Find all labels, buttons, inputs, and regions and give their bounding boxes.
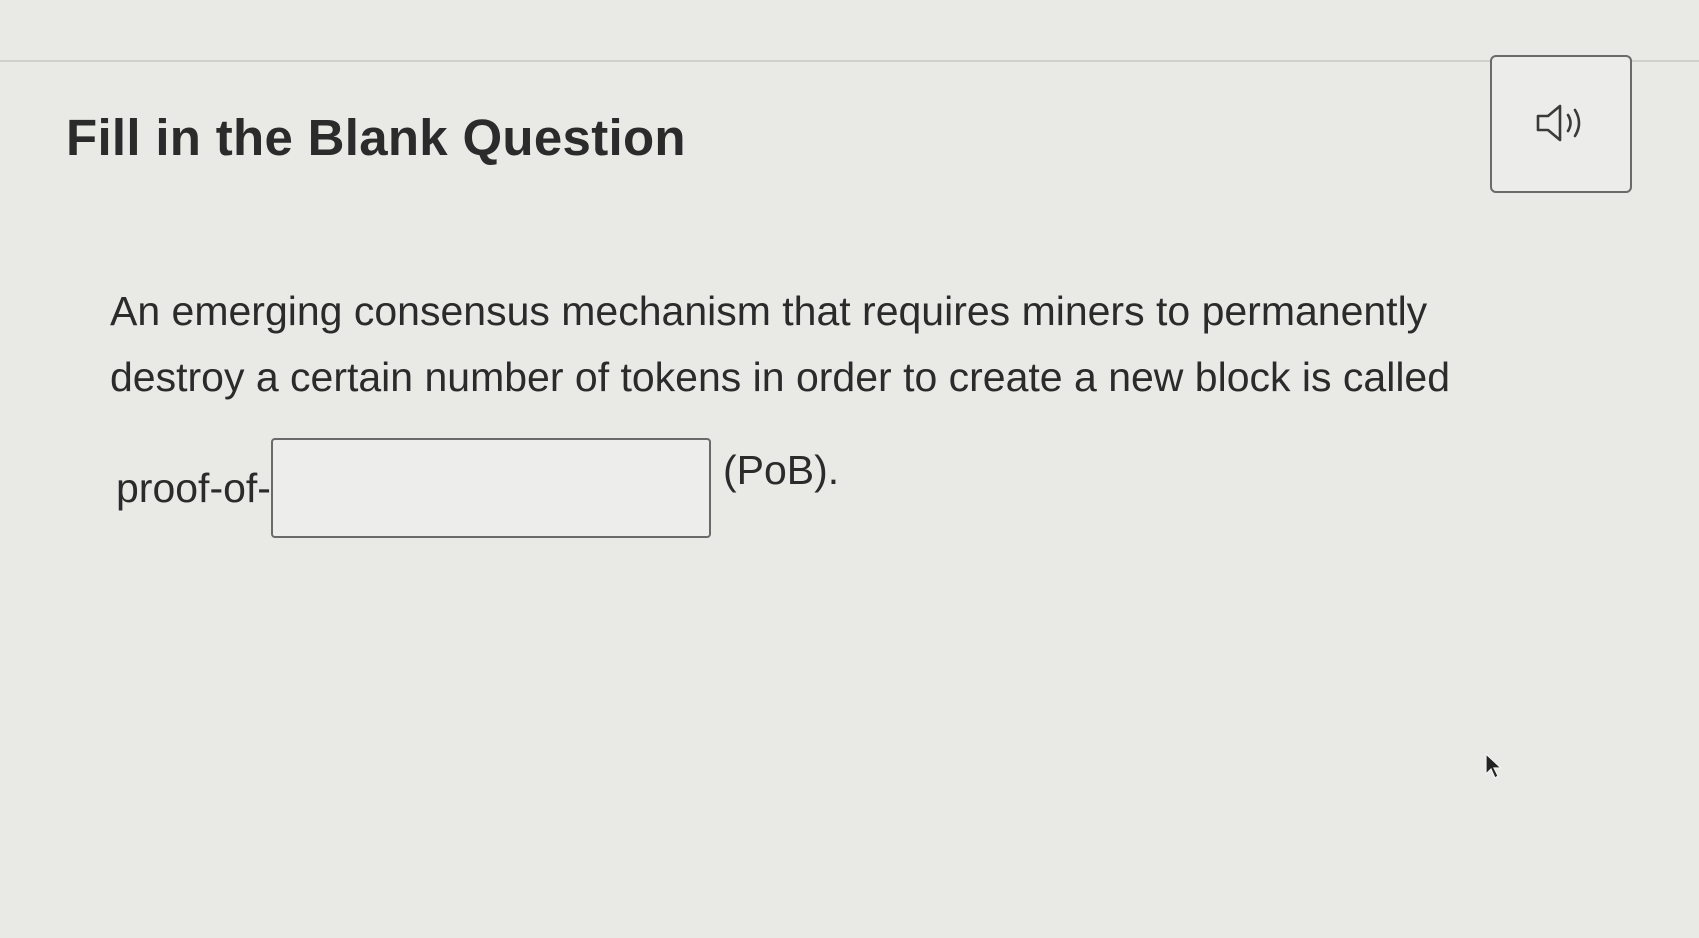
question-line: destroy a certain number of tokens in or… xyxy=(110,354,1451,400)
blank-suffix: (PoB). xyxy=(722,446,840,493)
top-divider xyxy=(0,60,1699,62)
answer-blank-input[interactable] xyxy=(270,438,711,538)
page-title: Fill in the Blank Question xyxy=(66,109,686,166)
question-line: An emerging consensus mechanism that req… xyxy=(110,288,1428,334)
mouse-cursor-icon xyxy=(1485,752,1503,779)
blank-prefix: proof-of- xyxy=(116,464,271,511)
read-aloud-button[interactable] xyxy=(1490,55,1632,193)
speaker-icon xyxy=(1534,101,1588,148)
question-text: An emerging consensus mechanism that req… xyxy=(110,278,1630,410)
fill-in-blank-row: proof-of- (PoB). xyxy=(116,438,839,538)
